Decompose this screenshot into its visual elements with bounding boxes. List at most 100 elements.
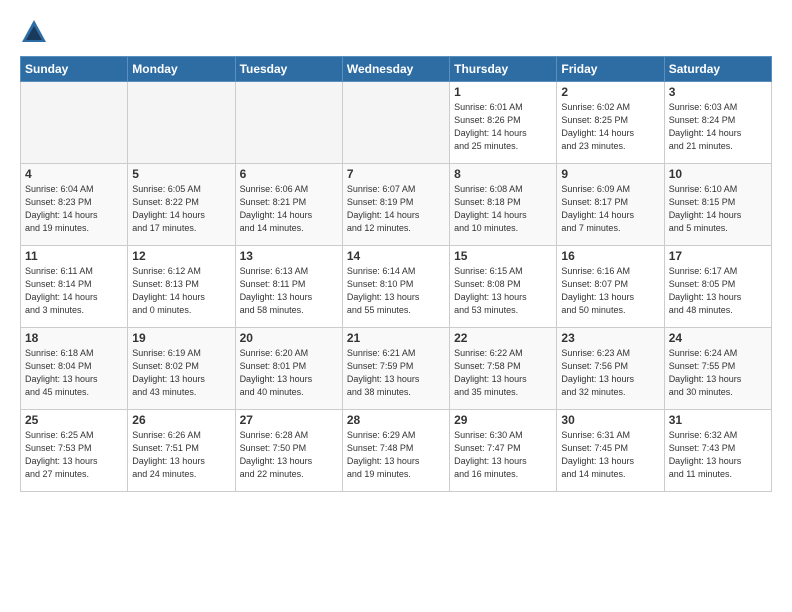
day-info: Sunrise: 6:12 AM Sunset: 8:13 PM Dayligh…	[132, 265, 230, 317]
day-number: 29	[454, 413, 552, 427]
day-number: 11	[25, 249, 123, 263]
day-number: 24	[669, 331, 767, 345]
day-info: Sunrise: 6:32 AM Sunset: 7:43 PM Dayligh…	[669, 429, 767, 481]
day-number: 8	[454, 167, 552, 181]
day-info: Sunrise: 6:04 AM Sunset: 8:23 PM Dayligh…	[25, 183, 123, 235]
day-number: 23	[561, 331, 659, 345]
day-number: 22	[454, 331, 552, 345]
day-cell: 27 Sunrise: 6:28 AM Sunset: 7:50 PM Dayli…	[235, 410, 342, 492]
day-info: Sunrise: 6:06 AM Sunset: 8:21 PM Dayligh…	[240, 183, 338, 235]
weekday-wednesday: Wednesday	[342, 57, 449, 82]
day-cell: 31 Sunrise: 6:32 AM Sunset: 7:43 PM Dayli…	[664, 410, 771, 492]
day-cell: 29 Sunrise: 6:30 AM Sunset: 7:47 PM Dayli…	[450, 410, 557, 492]
day-info: Sunrise: 6:18 AM Sunset: 8:04 PM Dayligh…	[25, 347, 123, 399]
day-info: Sunrise: 6:13 AM Sunset: 8:11 PM Dayligh…	[240, 265, 338, 317]
day-cell: 6Sunrise: 6:06 AM Sunset: 8:21 PM Daylig…	[235, 164, 342, 246]
day-cell: 10 Sunrise: 6:10 AM Sunset: 8:15 PM Dayli…	[664, 164, 771, 246]
day-info: Sunrise: 6:31 AM Sunset: 7:45 PM Dayligh…	[561, 429, 659, 481]
day-number: 21	[347, 331, 445, 345]
day-info: Sunrise: 6:17 AM Sunset: 8:05 PM Dayligh…	[669, 265, 767, 317]
logo-icon	[20, 18, 48, 46]
day-number: 4	[25, 167, 123, 181]
day-cell: 12Sunrise: 6:12 AM Sunset: 8:13 PM Dayli…	[128, 246, 235, 328]
day-info: Sunrise: 6:10 AM Sunset: 8:15 PM Dayligh…	[669, 183, 767, 235]
weekday-thursday: Thursday	[450, 57, 557, 82]
day-cell: 16 Sunrise: 6:16 AM Sunset: 8:07 PM Dayli…	[557, 246, 664, 328]
day-cell	[21, 82, 128, 164]
weekday-friday: Friday	[557, 57, 664, 82]
day-cell: 4 Sunrise: 6:04 AM Sunset: 8:23 PM Daylig…	[21, 164, 128, 246]
day-cell: 17 Sunrise: 6:17 AM Sunset: 8:05 PM Dayli…	[664, 246, 771, 328]
day-number: 17	[669, 249, 767, 263]
day-cell: 9 Sunrise: 6:09 AM Sunset: 8:17 PM Daylig…	[557, 164, 664, 246]
day-number: 13	[240, 249, 338, 263]
day-info: Sunrise: 6:07 AM Sunset: 8:19 PM Dayligh…	[347, 183, 445, 235]
day-cell: 2 Sunrise: 6:02 AM Sunset: 8:25 PM Daylig…	[557, 82, 664, 164]
weekday-header-row: SundayMondayTuesdayWednesdayThursdayFrid…	[21, 57, 772, 82]
day-cell: 3Sunrise: 6:03 AM Sunset: 8:24 PM Daylig…	[664, 82, 771, 164]
day-number: 7	[347, 167, 445, 181]
day-info: Sunrise: 6:21 AM Sunset: 7:59 PM Dayligh…	[347, 347, 445, 399]
day-number: 25	[25, 413, 123, 427]
day-number: 20	[240, 331, 338, 345]
day-cell: 22Sunrise: 6:22 AM Sunset: 7:58 PM Dayli…	[450, 328, 557, 410]
day-cell	[235, 82, 342, 164]
week-row-4: 18 Sunrise: 6:18 AM Sunset: 8:04 PM Dayli…	[21, 328, 772, 410]
day-number: 31	[669, 413, 767, 427]
day-cell	[128, 82, 235, 164]
day-info: Sunrise: 6:30 AM Sunset: 7:47 PM Dayligh…	[454, 429, 552, 481]
day-number: 14	[347, 249, 445, 263]
day-info: Sunrise: 6:11 AM Sunset: 8:14 PM Dayligh…	[25, 265, 123, 317]
week-row-5: 25 Sunrise: 6:25 AM Sunset: 7:53 PM Dayli…	[21, 410, 772, 492]
day-number: 1	[454, 85, 552, 99]
day-cell: 8 Sunrise: 6:08 AM Sunset: 8:18 PM Daylig…	[450, 164, 557, 246]
logo	[20, 18, 52, 46]
page: SundayMondayTuesdayWednesdayThursdayFrid…	[0, 0, 792, 502]
day-info: Sunrise: 6:01 AM Sunset: 8:26 PM Dayligh…	[454, 101, 552, 153]
day-number: 16	[561, 249, 659, 263]
day-cell: 11 Sunrise: 6:11 AM Sunset: 8:14 PM Dayli…	[21, 246, 128, 328]
calendar-table: SundayMondayTuesdayWednesdayThursdayFrid…	[20, 56, 772, 492]
day-number: 27	[240, 413, 338, 427]
day-cell: 13 Sunrise: 6:13 AM Sunset: 8:11 PM Dayli…	[235, 246, 342, 328]
day-number: 28	[347, 413, 445, 427]
day-cell: 30 Sunrise: 6:31 AM Sunset: 7:45 PM Dayli…	[557, 410, 664, 492]
day-number: 10	[669, 167, 767, 181]
day-cell	[342, 82, 449, 164]
day-info: Sunrise: 6:26 AM Sunset: 7:51 PM Dayligh…	[132, 429, 230, 481]
day-number: 26	[132, 413, 230, 427]
day-info: Sunrise: 6:25 AM Sunset: 7:53 PM Dayligh…	[25, 429, 123, 481]
day-info: Sunrise: 6:09 AM Sunset: 8:17 PM Dayligh…	[561, 183, 659, 235]
day-number: 30	[561, 413, 659, 427]
day-number: 18	[25, 331, 123, 345]
day-cell: 24 Sunrise: 6:24 AM Sunset: 7:55 PM Dayli…	[664, 328, 771, 410]
day-info: Sunrise: 6:28 AM Sunset: 7:50 PM Dayligh…	[240, 429, 338, 481]
day-cell: 14 Sunrise: 6:14 AM Sunset: 8:10 PM Dayli…	[342, 246, 449, 328]
day-cell: 25 Sunrise: 6:25 AM Sunset: 7:53 PM Dayli…	[21, 410, 128, 492]
day-info: Sunrise: 6:14 AM Sunset: 8:10 PM Dayligh…	[347, 265, 445, 317]
week-row-3: 11 Sunrise: 6:11 AM Sunset: 8:14 PM Dayli…	[21, 246, 772, 328]
week-row-1: 1 Sunrise: 6:01 AM Sunset: 8:26 PM Daylig…	[21, 82, 772, 164]
day-cell: 7 Sunrise: 6:07 AM Sunset: 8:19 PM Daylig…	[342, 164, 449, 246]
day-number: 19	[132, 331, 230, 345]
day-info: Sunrise: 6:02 AM Sunset: 8:25 PM Dayligh…	[561, 101, 659, 153]
day-cell: 23 Sunrise: 6:23 AM Sunset: 7:56 PM Dayli…	[557, 328, 664, 410]
day-info: Sunrise: 6:16 AM Sunset: 8:07 PM Dayligh…	[561, 265, 659, 317]
day-number: 2	[561, 85, 659, 99]
day-info: Sunrise: 6:03 AM Sunset: 8:24 PM Dayligh…	[669, 101, 767, 153]
weekday-sunday: Sunday	[21, 57, 128, 82]
week-row-2: 4 Sunrise: 6:04 AM Sunset: 8:23 PM Daylig…	[21, 164, 772, 246]
day-cell: 26 Sunrise: 6:26 AM Sunset: 7:51 PM Dayli…	[128, 410, 235, 492]
day-cell: 15 Sunrise: 6:15 AM Sunset: 8:08 PM Dayli…	[450, 246, 557, 328]
day-info: Sunrise: 6:24 AM Sunset: 7:55 PM Dayligh…	[669, 347, 767, 399]
day-info: Sunrise: 6:08 AM Sunset: 8:18 PM Dayligh…	[454, 183, 552, 235]
day-cell: 5Sunrise: 6:05 AM Sunset: 8:22 PM Daylig…	[128, 164, 235, 246]
day-info: Sunrise: 6:15 AM Sunset: 8:08 PM Dayligh…	[454, 265, 552, 317]
day-info: Sunrise: 6:29 AM Sunset: 7:48 PM Dayligh…	[347, 429, 445, 481]
day-number: 5	[132, 167, 230, 181]
day-cell: 1 Sunrise: 6:01 AM Sunset: 8:26 PM Daylig…	[450, 82, 557, 164]
day-number: 15	[454, 249, 552, 263]
day-info: Sunrise: 6:23 AM Sunset: 7:56 PM Dayligh…	[561, 347, 659, 399]
weekday-monday: Monday	[128, 57, 235, 82]
day-number: 9	[561, 167, 659, 181]
